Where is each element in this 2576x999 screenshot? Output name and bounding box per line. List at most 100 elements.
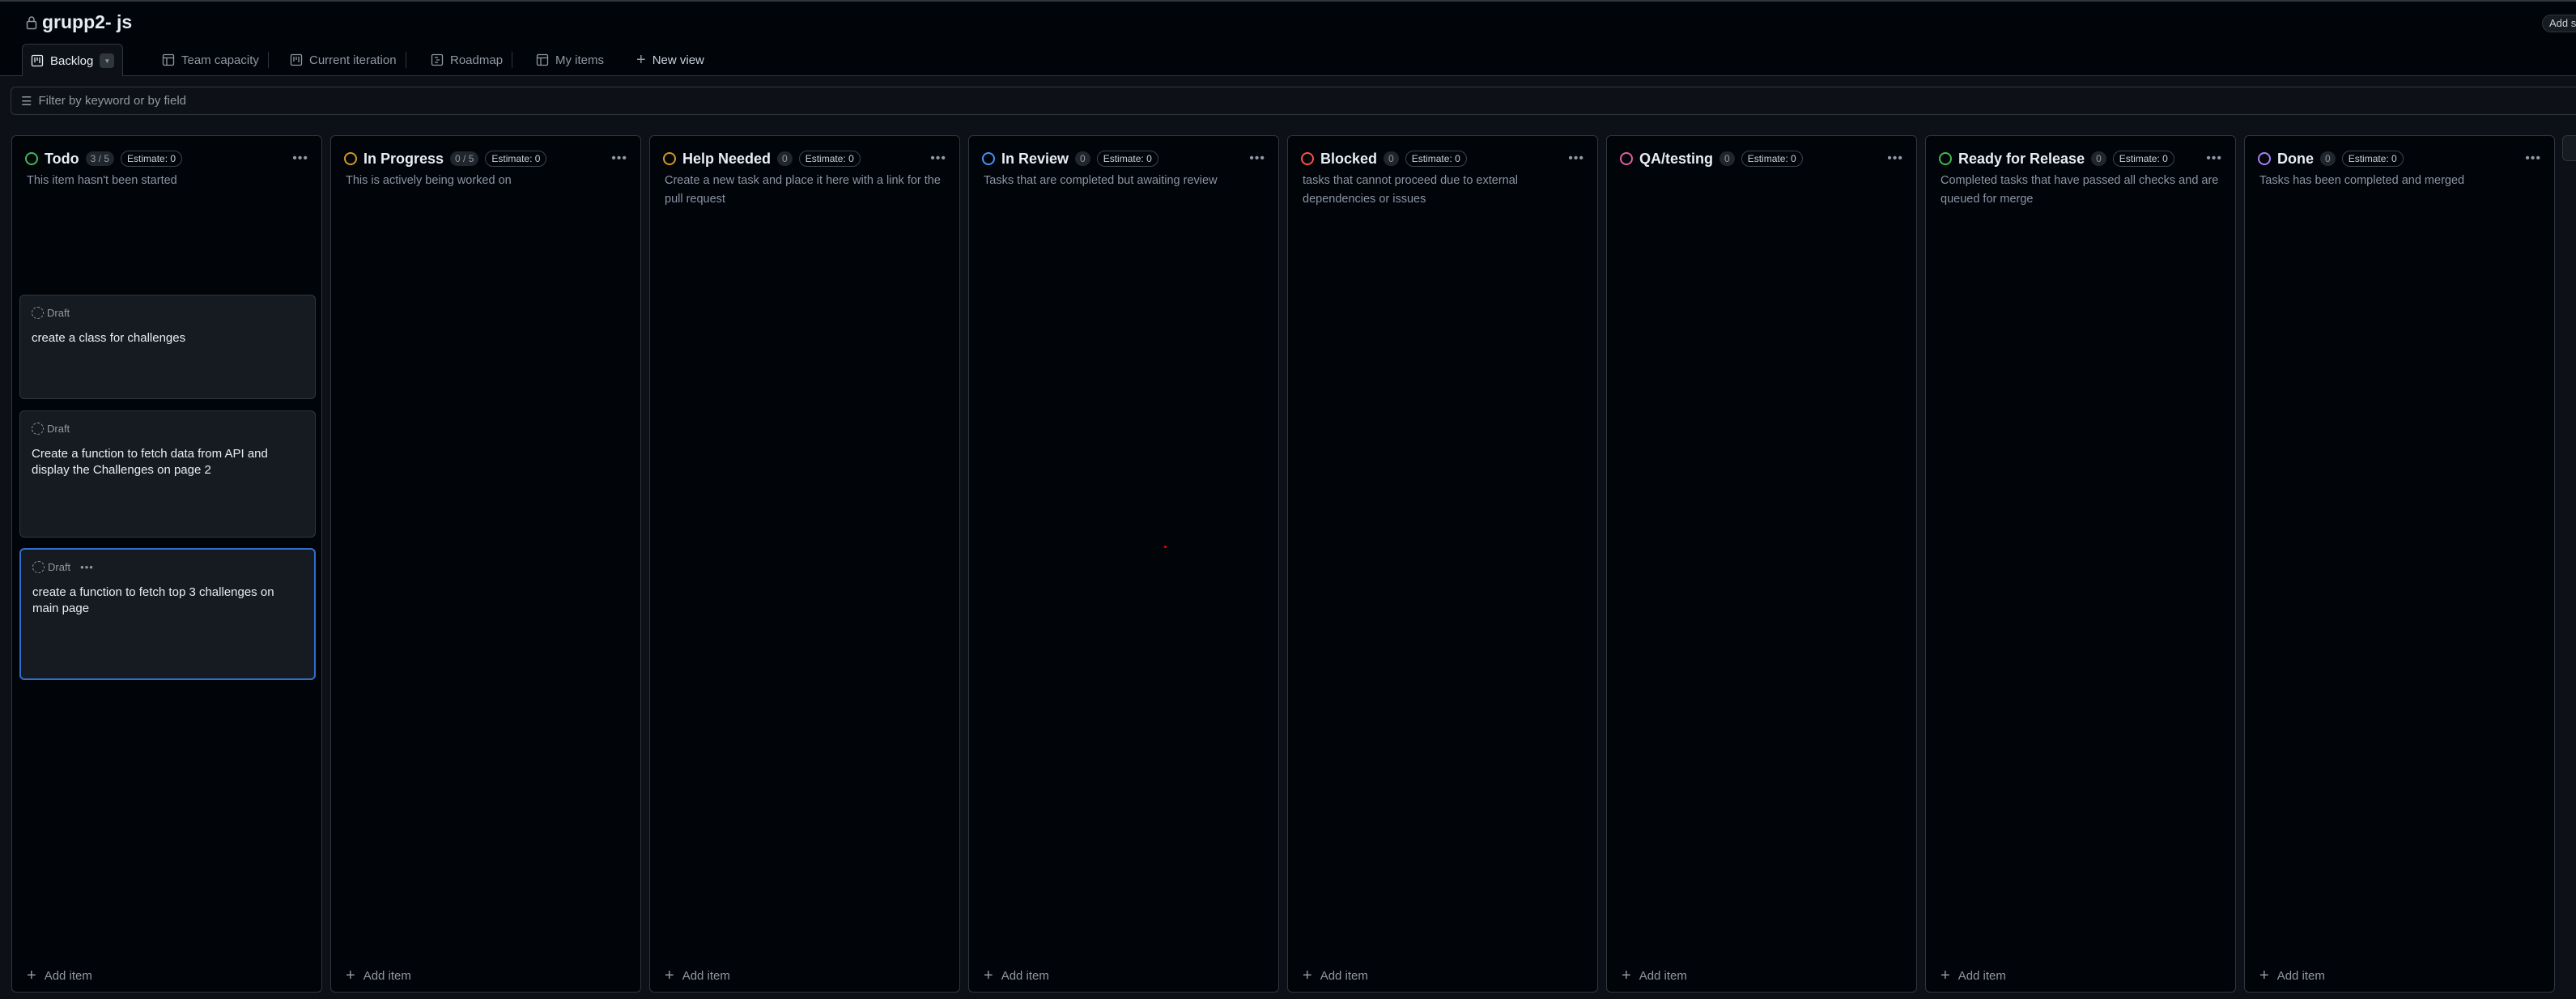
tab-my-items[interactable]: My items bbox=[536, 44, 604, 76]
item-count: 0 bbox=[2320, 151, 2336, 166]
item-title[interactable]: create a function to fetch top 3 challen… bbox=[32, 585, 303, 617]
table-icon bbox=[162, 53, 175, 66]
estimate-badge: Estimate: 0 bbox=[798, 151, 861, 167]
column-header: Todo 3 / 5 Estimate: 0 ••• bbox=[25, 149, 308, 168]
new-view-button[interactable]: + New view bbox=[636, 44, 704, 76]
column-menu-icon[interactable]: ••• bbox=[930, 151, 946, 166]
add-item-button[interactable]: + Add item bbox=[1622, 967, 1687, 984]
plus-icon: + bbox=[346, 967, 355, 984]
item-card[interactable]: Draft ••• create a function to fetch top … bbox=[19, 548, 316, 680]
column-header: In Progress 0 / 5 Estimate: 0 ••• bbox=[344, 149, 627, 168]
item-status: Draft bbox=[47, 307, 70, 319]
draft-icon bbox=[32, 423, 44, 435]
column-title: Help Needed bbox=[682, 150, 772, 167]
column-help-needed: Help Needed 0 Estimate: 0 ••• Create a n… bbox=[649, 135, 960, 993]
status-circle-icon bbox=[1620, 152, 1633, 165]
status-circle-icon bbox=[663, 152, 676, 165]
add-item-button[interactable]: + Add item bbox=[1303, 967, 1368, 984]
add-item-button[interactable]: + Add item bbox=[1941, 967, 2006, 984]
item-count: 3 / 5 bbox=[85, 151, 115, 166]
column-title: Blocked bbox=[1320, 150, 1378, 167]
item-count: 0 bbox=[1075, 151, 1090, 166]
tab-label: My items bbox=[555, 53, 604, 67]
column-in-progress: In Progress 0 / 5 Estimate: 0 ••• This i… bbox=[330, 135, 641, 993]
plus-icon: + bbox=[1303, 967, 1312, 984]
lock-icon bbox=[26, 15, 37, 29]
column-header: Ready for Release 0 Estimate: 0 ••• bbox=[1939, 149, 2222, 168]
tab-current-iteration[interactable]: Current iteration bbox=[290, 44, 406, 76]
column-title: Todo bbox=[45, 150, 79, 167]
board-icon bbox=[31, 54, 44, 67]
column-header: Done 0 Estimate: 0 ••• bbox=[2258, 149, 2541, 168]
item-status: Draft bbox=[47, 423, 70, 435]
item-card[interactable]: Draft Create a function to fetch data fr… bbox=[19, 410, 316, 538]
estimate-badge: Estimate: 0 bbox=[485, 151, 547, 167]
board: ☰ Filter by keyword or by field Todo 3 /… bbox=[0, 76, 2576, 999]
item-title[interactable]: Create a function to fetch data from API… bbox=[32, 446, 304, 478]
tab-label: Team capacity bbox=[181, 53, 259, 67]
column-menu-icon[interactable]: ••• bbox=[2206, 151, 2222, 166]
add-item-label: Add item bbox=[1639, 968, 1687, 983]
tab-label: Roadmap bbox=[450, 53, 504, 67]
add-item-button[interactable]: + Add item bbox=[2259, 967, 2325, 984]
column-done: Done 0 Estimate: 0 ••• Tasks has been co… bbox=[2244, 135, 2555, 993]
estimate-badge: Estimate: 0 bbox=[1405, 151, 1467, 167]
plus-icon: + bbox=[1941, 967, 1950, 984]
estimate-badge: Estimate: 0 bbox=[1096, 151, 1158, 167]
top-border bbox=[0, 0, 2576, 2]
tab-label: Backlog bbox=[50, 53, 94, 68]
add-item-button[interactable]: + Add item bbox=[346, 967, 411, 984]
draft-icon bbox=[32, 561, 45, 573]
cursor-dot bbox=[1164, 546, 1167, 548]
item-status: Draft bbox=[48, 561, 71, 573]
column-menu-icon[interactable]: ••• bbox=[292, 151, 308, 166]
roadmap-icon bbox=[431, 53, 444, 66]
add-item-button[interactable]: + Add item bbox=[27, 967, 92, 984]
filter-input[interactable]: ☰ Filter by keyword or by field bbox=[11, 87, 2576, 115]
tab-backlog[interactable]: Backlog ▼ bbox=[22, 44, 124, 77]
card-menu-icon[interactable]: ••• bbox=[80, 561, 94, 573]
column-header: Help Needed 0 Estimate: 0 ••• bbox=[663, 149, 946, 168]
column-menu-icon[interactable]: ••• bbox=[611, 151, 627, 166]
add-item-button[interactable]: + Add item bbox=[984, 967, 1049, 984]
item-title[interactable]: create a class for challenges bbox=[32, 330, 304, 346]
column-menu-icon[interactable]: ••• bbox=[1887, 151, 1903, 166]
column-todo: Todo 3 / 5 Estimate: 0 ••• This item has… bbox=[11, 135, 322, 993]
tab-roadmap[interactable]: Roadmap bbox=[431, 44, 513, 76]
status-circle-icon bbox=[344, 152, 357, 165]
add-item-label: Add item bbox=[1001, 968, 1049, 983]
column-title: In Review bbox=[1001, 150, 1069, 167]
project-name: grupp2- js bbox=[42, 11, 133, 32]
column-description: Create a new task and place it here with… bbox=[665, 174, 941, 206]
view-tabs: Backlog ▼ Team capacity Current iteration Ro… bbox=[0, 44, 2576, 77]
add-column-button[interactable] bbox=[2562, 135, 2576, 161]
column-blocked: Blocked 0 Estimate: 0 ••• tasks that can… bbox=[1287, 135, 1598, 993]
tab-label: Current iteration bbox=[309, 53, 397, 67]
column-menu-icon[interactable]: ••• bbox=[1568, 151, 1584, 166]
filter-placeholder: Filter by keyword or by field bbox=[38, 94, 187, 108]
add-item-label: Add item bbox=[1958, 968, 2006, 983]
tab-team-capacity[interactable]: Team capacity bbox=[162, 44, 269, 76]
add-item-button[interactable]: + Add item bbox=[665, 967, 730, 984]
add-item-label: Add item bbox=[1320, 968, 1368, 983]
view-options-dropdown[interactable]: ▼ bbox=[100, 53, 115, 68]
plus-icon: + bbox=[27, 967, 36, 984]
column-menu-icon[interactable]: ••• bbox=[1249, 151, 1265, 166]
new-view-label: New view bbox=[652, 53, 704, 67]
column-title: In Progress bbox=[363, 150, 444, 167]
estimate-badge: Estimate: 0 bbox=[2341, 151, 2404, 167]
item-card[interactable]: Draft create a class for challenges bbox=[19, 295, 316, 399]
column-title: Done bbox=[2277, 150, 2314, 167]
column-header: Blocked 0 Estimate: 0 ••• bbox=[1301, 149, 1584, 168]
tab-divider bbox=[267, 52, 269, 68]
column-description: Completed tasks that have passed all che… bbox=[1941, 174, 2219, 206]
column-header: QA/testing 0 Estimate: 0 ••• bbox=[1620, 149, 1903, 168]
project-title: grupp2- js bbox=[26, 11, 132, 33]
column-menu-icon[interactable]: ••• bbox=[2525, 151, 2541, 166]
status-circle-icon bbox=[2258, 152, 2271, 165]
estimate-badge: Estimate: 0 bbox=[121, 151, 183, 167]
add-status-update-button[interactable]: Add status update bbox=[2542, 15, 2576, 32]
board-icon bbox=[290, 53, 303, 66]
status-circle-icon bbox=[25, 152, 38, 165]
column-description: This item hasn't been started bbox=[27, 174, 177, 187]
